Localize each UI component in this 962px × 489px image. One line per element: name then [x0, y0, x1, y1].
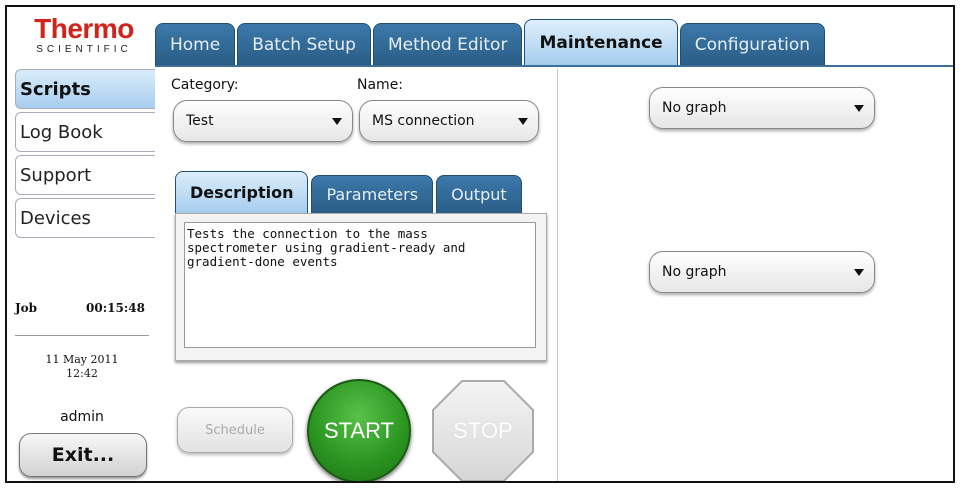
- stop-button[interactable]: STOP: [431, 379, 535, 481]
- tab-batch-setup[interactable]: Batch Setup: [237, 23, 371, 65]
- category-label: Category:: [171, 77, 239, 93]
- chevron-down-icon: [854, 104, 864, 112]
- tab-description[interactable]: Description: [175, 171, 309, 213]
- chevron-down-icon: [332, 117, 342, 125]
- job-status: Job 00:15:48: [15, 301, 145, 315]
- script-tab-bar: Description Parameters Output: [175, 171, 525, 213]
- schedule-button[interactable]: Schedule: [177, 407, 293, 453]
- chevron-down-icon: [518, 117, 528, 125]
- name-dropdown[interactable]: MS connection: [359, 100, 539, 142]
- name-value: MS connection: [372, 113, 475, 129]
- graph-1-dropdown[interactable]: No graph: [649, 87, 875, 129]
- graph-2-value: No graph: [662, 264, 727, 280]
- job-label: Job: [15, 301, 38, 315]
- sidebar-item-log-book[interactable]: Log Book: [15, 112, 155, 152]
- logo-brand: Thermo: [34, 13, 134, 44]
- app-window: Thermo SCIENTIFIC Home Batch Setup Metho…: [5, 5, 955, 483]
- description-panel: Tests the connection to the mass spectro…: [175, 213, 547, 361]
- user-name: admin: [60, 409, 104, 425]
- sidebar: Scripts Log Book Support Devices Job 00:…: [15, 69, 155, 481]
- current-date: 11 May 2011: [45, 353, 119, 366]
- date-time: 11 May 2011 12:42: [15, 353, 149, 381]
- tab-configuration[interactable]: Configuration: [679, 23, 826, 65]
- stop-label: STOP: [453, 418, 513, 443]
- category-value: Test: [186, 113, 214, 129]
- sidebar-item-devices[interactable]: Devices: [15, 198, 155, 238]
- tab-method-editor[interactable]: Method Editor: [372, 23, 523, 65]
- category-dropdown[interactable]: Test: [173, 100, 353, 142]
- description-text: Tests the connection to the mass spectro…: [184, 222, 536, 348]
- panel-divider: [557, 69, 558, 481]
- tab-parameters[interactable]: Parameters: [311, 175, 434, 213]
- sidebar-item-scripts[interactable]: Scripts: [15, 69, 155, 109]
- tab-home[interactable]: Home: [155, 23, 236, 65]
- graph-2-dropdown[interactable]: No graph: [649, 251, 875, 293]
- chevron-down-icon: [854, 268, 864, 276]
- start-button[interactable]: START: [307, 379, 411, 481]
- logo-subtitle: SCIENTIFIC: [36, 44, 132, 55]
- graph-1-value: No graph: [662, 100, 727, 116]
- sidebar-divider: [15, 335, 149, 336]
- current-time: 12:42: [66, 367, 98, 380]
- exit-button[interactable]: Exit...: [19, 433, 147, 477]
- sidebar-item-support[interactable]: Support: [15, 155, 155, 195]
- main-tab-bar: Home Batch Setup Method Editor Maintenan…: [155, 17, 953, 67]
- job-time: 00:15:48: [86, 301, 145, 315]
- thermo-scientific-logo: Thermo SCIENTIFIC: [15, 15, 153, 63]
- tab-maintenance[interactable]: Maintenance: [524, 19, 678, 65]
- tab-output[interactable]: Output: [436, 175, 522, 213]
- name-label: Name:: [357, 77, 404, 93]
